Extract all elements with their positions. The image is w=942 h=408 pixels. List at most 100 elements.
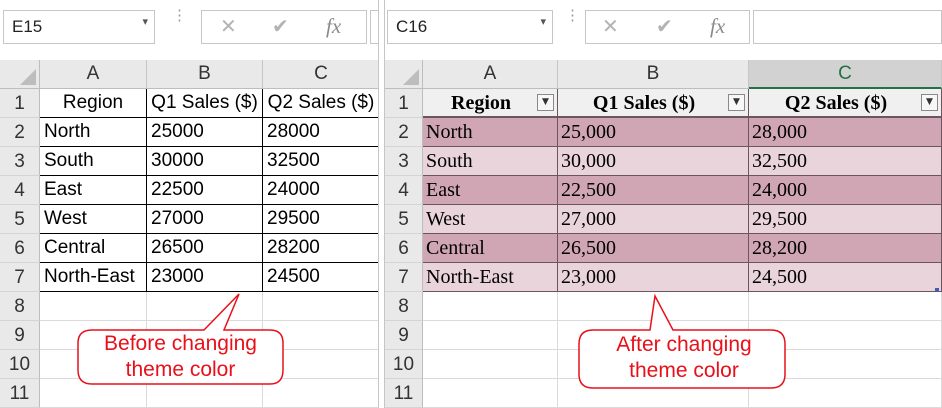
dropdown-arrow-icon[interactable]: ▾	[142, 15, 148, 28]
window-divider	[378, 0, 385, 408]
table-header-cell[interactable]: Q1 Sales ($)	[147, 89, 263, 118]
table-cell[interactable]: North	[40, 118, 147, 147]
select-all-corner[interactable]	[385, 60, 423, 89]
table-cell[interactable]: East	[423, 176, 558, 205]
table-cell[interactable]: 29500	[263, 205, 378, 234]
table-cell[interactable]: 24,500	[749, 263, 942, 292]
row-header-10[interactable]: 10	[385, 350, 423, 379]
row-header-1[interactable]: 1	[385, 89, 423, 118]
table-header-cell[interactable]: Q2 Sales ($)	[263, 89, 378, 118]
grid-cell[interactable]	[423, 350, 558, 379]
column-header-b[interactable]: B	[147, 60, 263, 89]
table-cell[interactable]: 32500	[263, 147, 378, 176]
table-cell[interactable]: 30,000	[558, 147, 749, 176]
table-cell[interactable]: 24500	[263, 263, 378, 292]
table-header-cell[interactable]: Q1 Sales ($)	[558, 89, 749, 118]
callout-text: Before changing theme color	[78, 331, 283, 383]
table-cell[interactable]: South	[40, 147, 147, 176]
enter-icon[interactable]: ✔	[272, 14, 289, 39]
table-cell[interactable]: 24000	[263, 176, 378, 205]
name-box-value: C16	[396, 17, 428, 36]
table-cell[interactable]: North-East	[423, 263, 558, 292]
insert-function-icon[interactable]: fx	[710, 14, 725, 39]
table-cell[interactable]: 28,200	[749, 234, 942, 263]
table-cell[interactable]: 27,000	[558, 205, 749, 234]
name-box[interactable]: E15 ▾	[3, 10, 155, 44]
filter-dropdown-icon[interactable]: ▼	[728, 94, 745, 111]
table-cell[interactable]: 28000	[263, 118, 378, 147]
row-header-4[interactable]: 4	[385, 176, 423, 205]
table-cell[interactable]: 26500	[147, 234, 263, 263]
name-box[interactable]: C16 ▾	[387, 10, 553, 44]
table-cell[interactable]: 28,000	[749, 118, 942, 147]
table-cell[interactable]: North	[423, 118, 558, 147]
row-header-7[interactable]: 7	[0, 263, 40, 292]
row-header-10[interactable]: 10	[0, 350, 40, 379]
row-header-9[interactable]: 9	[0, 321, 40, 350]
table-cell[interactable]: North-East	[40, 263, 147, 292]
table-cell[interactable]: 25,000	[558, 118, 749, 147]
table-cell[interactable]: 25000	[147, 118, 263, 147]
table-cell[interactable]: Central	[423, 234, 558, 263]
enter-icon[interactable]: ✔	[656, 14, 673, 39]
table-header-cell[interactable]: Q2 Sales ($)	[749, 89, 942, 118]
formula-input[interactable]	[370, 10, 378, 44]
formula-bar-grip-icon[interactable]: ⋮	[565, 8, 580, 42]
table-cell[interactable]: 27000	[147, 205, 263, 234]
row-header-5[interactable]: 5	[385, 205, 423, 234]
table-cell[interactable]: 30000	[147, 147, 263, 176]
row-header-6[interactable]: 6	[0, 234, 40, 263]
column-header-a[interactable]: A	[40, 60, 147, 89]
table-cell[interactable]: 26,500	[558, 234, 749, 263]
row-header-2[interactable]: 2	[0, 118, 40, 147]
filter-dropdown-icon[interactable]: ▼	[537, 94, 554, 111]
row-header-3[interactable]: 3	[0, 147, 40, 176]
table-cell[interactable]: Central	[40, 234, 147, 263]
callout-line-1: Before changing	[104, 332, 257, 355]
column-header-c[interactable]: C	[749, 60, 942, 89]
row-header-9[interactable]: 9	[385, 321, 423, 350]
row-header-8[interactable]: 8	[0, 292, 40, 321]
table-cell[interactable]: 29,500	[749, 205, 942, 234]
row-header-3[interactable]: 3	[385, 147, 423, 176]
row-header-6[interactable]: 6	[385, 234, 423, 263]
row-header-8[interactable]: 8	[385, 292, 423, 321]
grid-cell[interactable]	[423, 321, 558, 350]
table-resize-handle[interactable]	[935, 288, 939, 292]
table-cell[interactable]: 22,500	[558, 176, 749, 205]
cancel-icon[interactable]: ✕	[220, 14, 237, 39]
column-header-b[interactable]: B	[558, 60, 749, 89]
callout-line-2: theme color	[629, 359, 739, 382]
cancel-icon[interactable]: ✕	[602, 14, 619, 39]
formula-input[interactable]	[753, 10, 942, 44]
select-all-corner[interactable]	[0, 60, 40, 89]
table-cell[interactable]: 32,500	[749, 147, 942, 176]
row-header-4[interactable]: 4	[0, 176, 40, 205]
column-header-a[interactable]: A	[423, 60, 558, 89]
insert-function-icon[interactable]: fx	[326, 14, 341, 39]
table-cell[interactable]: 23,000	[558, 263, 749, 292]
row-header-11[interactable]: 11	[0, 379, 40, 408]
table-cell[interactable]: West	[40, 205, 147, 234]
table-header-cell[interactable]: Region	[40, 89, 147, 118]
row-header-5[interactable]: 5	[0, 205, 40, 234]
dropdown-arrow-icon[interactable]: ▾	[540, 15, 546, 28]
row-header-11[interactable]: 11	[385, 379, 423, 408]
table-cell[interactable]: South	[423, 147, 558, 176]
grid-cell[interactable]	[423, 379, 558, 408]
callout-text: After changing theme color	[579, 332, 789, 384]
table-cell[interactable]: 22500	[147, 176, 263, 205]
table-cell[interactable]: 23000	[147, 263, 263, 292]
column-header-c[interactable]: C	[263, 60, 378, 89]
formula-bar-grip-icon[interactable]: ⋮	[172, 8, 187, 42]
row-header-1[interactable]: 1	[0, 89, 40, 118]
filter-dropdown-icon[interactable]: ▼	[921, 94, 938, 111]
table-cell[interactable]: 28200	[263, 234, 378, 263]
name-box-value: E15	[12, 17, 43, 36]
row-header-7[interactable]: 7	[385, 263, 423, 292]
grid-cell[interactable]	[423, 292, 558, 321]
table-cell[interactable]: 24,000	[749, 176, 942, 205]
table-cell[interactable]: West	[423, 205, 558, 234]
table-cell[interactable]: East	[40, 176, 147, 205]
row-header-2[interactable]: 2	[385, 118, 423, 147]
